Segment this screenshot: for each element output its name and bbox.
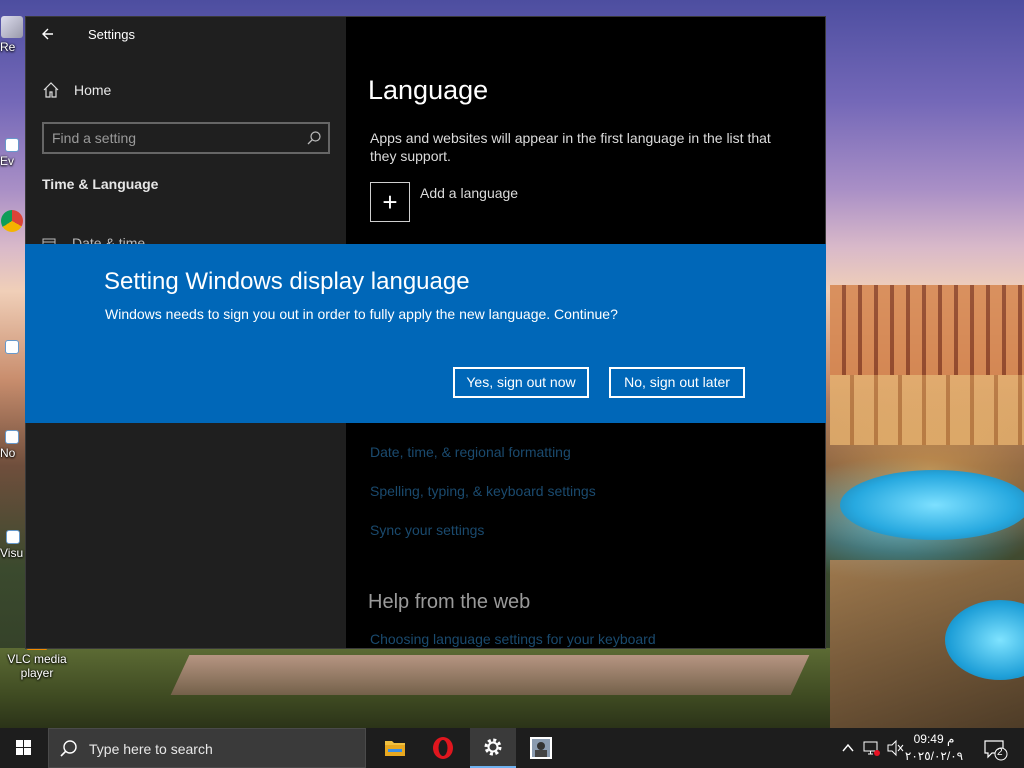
shortcut-icon: [5, 340, 19, 354]
dialog-title: Setting Windows display language: [104, 268, 470, 295]
search-input[interactable]: [52, 129, 292, 147]
link-regional-formatting[interactable]: Date, time, & regional formatting: [370, 444, 571, 460]
taskbar-search-box[interactable]: Type here to search: [48, 728, 366, 768]
recycle-bin-icon: [1, 16, 23, 38]
title-bar: Settings: [26, 17, 346, 51]
gear-icon: [484, 738, 502, 756]
sidebar-item-label: Home: [74, 82, 112, 98]
desktop-icon-label: Re: [0, 40, 16, 54]
desktop-icon-recycle-bin[interactable]: Re: [0, 16, 24, 54]
windows-logo-icon: [16, 740, 31, 755]
notification-count: 2: [997, 747, 1003, 758]
back-arrow-icon: [42, 28, 53, 40]
desktop-icon-ev[interactable]: Ev: [0, 138, 24, 168]
taskbar-settings[interactable]: [470, 728, 516, 768]
wallpaper-pool: [840, 470, 1024, 540]
page-title: Language: [368, 75, 489, 105]
tray-show-hidden-icons[interactable]: [838, 728, 858, 768]
home-icon: [43, 82, 59, 98]
shortcut-icon: [6, 530, 20, 544]
start-button[interactable]: [0, 728, 48, 768]
desktop-icon-label: VLC media: [7, 652, 67, 666]
notification-icon: [984, 740, 1008, 761]
sign-out-now-button[interactable]: Yes, sign out now: [453, 367, 589, 398]
shortcut-icon: [5, 138, 19, 152]
wallpaper-hotel-lower: [830, 375, 1024, 445]
opera-icon: [433, 737, 453, 759]
link-keyboard-language-help[interactable]: Choosing language settings for your keyb…: [370, 631, 656, 647]
chrome-icon: [1, 210, 23, 232]
folder-icon: [385, 741, 405, 756]
desktop-icon-label: Visu: [0, 546, 24, 560]
help-section-title: Help from the web: [368, 591, 531, 613]
taskbar-opera[interactable]: [420, 728, 466, 768]
display-language-dialog: Setting Windows display language Windows…: [25, 244, 826, 423]
network-icon: [863, 741, 880, 756]
app-title: Settings: [88, 27, 135, 42]
tray-volume[interactable]: [884, 728, 906, 768]
desktop-icon-label: Ev: [0, 154, 15, 168]
clock-date[interactable]: ٢٠٢٥/٠٢/٠٩: [904, 749, 964, 763]
find-setting-search[interactable]: [42, 122, 330, 154]
taskbar: Type here to search 09:49 م ٢٠٢٥/٠٢/٠٩ 2: [0, 728, 1024, 768]
shortcut-icon: [5, 430, 19, 444]
desktop-icon-label: No: [0, 446, 16, 460]
search-icon: [307, 131, 321, 145]
back-button[interactable]: [38, 23, 60, 45]
plus-icon: +: [370, 182, 410, 222]
section-title: Time & Language: [42, 176, 159, 192]
desktop-icon-notepad[interactable]: No: [0, 430, 24, 460]
taskbar-file-explorer[interactable]: [372, 728, 418, 768]
page-description: Apps and websites will appear in the fir…: [370, 130, 771, 164]
tray-network[interactable]: [860, 728, 882, 768]
add-language-label: Add a language: [420, 185, 519, 201]
taskbar-search-placeholder: Type here to search: [89, 741, 213, 757]
wallpaper-hotel: [830, 285, 1024, 375]
desktop-icon-label: player: [20, 666, 54, 680]
link-sync-settings[interactable]: Sync your settings: [370, 522, 484, 538]
wallpaper-path: [170, 655, 810, 695]
action-center-button[interactable]: 2: [978, 728, 1014, 768]
sign-out-later-button[interactable]: No, sign out later: [609, 367, 745, 398]
clock-time[interactable]: 09:49 م: [904, 732, 964, 746]
desktop-icon-chrome[interactable]: [0, 210, 24, 234]
search-icon: [60, 740, 77, 757]
desktop-icon-m[interactable]: [0, 340, 24, 356]
photo-icon: [530, 737, 552, 759]
dialog-message: Windows needs to sign you out in order t…: [105, 306, 618, 322]
taskbar-photo-app[interactable]: [518, 728, 564, 768]
desktop-icon-visual-studio[interactable]: Visu: [0, 530, 26, 560]
chevron-up-icon: [842, 743, 854, 752]
link-keyboard-settings[interactable]: Spelling, typing, & keyboard settings: [370, 483, 596, 499]
volume-muted-icon: [887, 739, 904, 757]
